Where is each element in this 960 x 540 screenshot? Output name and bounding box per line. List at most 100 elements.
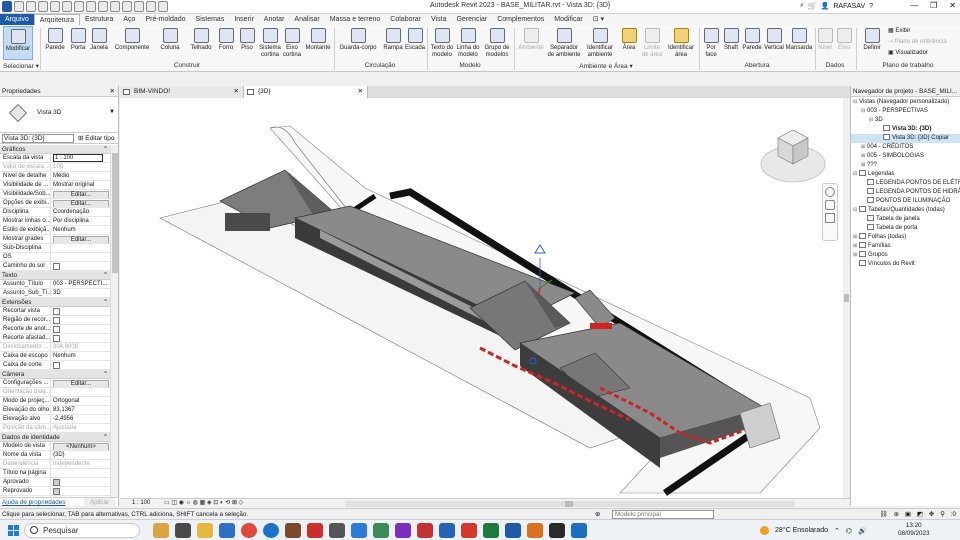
type-selector[interactable]: Vista 3D ▼ bbox=[0, 97, 118, 133]
word-icon[interactable] bbox=[439, 523, 455, 538]
roof-button[interactable]: Telhado bbox=[188, 26, 214, 60]
tree-node[interactable]: ⊞ Famílias bbox=[851, 242, 960, 251]
tab-analisar[interactable]: Analisar bbox=[289, 14, 324, 25]
property-value[interactable]: Por disciplina bbox=[50, 217, 111, 225]
property-value[interactable] bbox=[50, 244, 111, 252]
property-value[interactable]: Editar... bbox=[50, 190, 111, 198]
property-value[interactable]: Nenhum bbox=[50, 226, 111, 234]
switch-windows-icon[interactable] bbox=[158, 1, 168, 12]
curtain-system-button[interactable]: Sistema cortina bbox=[258, 26, 282, 60]
app-icon-7[interactable] bbox=[285, 523, 301, 538]
area-button[interactable]: Área bbox=[618, 26, 640, 60]
tab-arquivo[interactable]: Arquivo bbox=[0, 14, 34, 25]
wall-opening-button[interactable]: Parede bbox=[741, 26, 763, 60]
tree-node[interactable]: ⊞ 005 - SIMBOLOGIAS bbox=[851, 152, 960, 161]
collapse-icon[interactable]: ⌃ bbox=[103, 145, 108, 154]
dormer-button[interactable]: Mansarda bbox=[785, 26, 813, 60]
chevron-down-icon[interactable]: ▼ bbox=[109, 109, 115, 115]
property-value[interactable]: Ajustada bbox=[50, 424, 111, 432]
zoom-region-icon[interactable] bbox=[825, 213, 835, 223]
property-value[interactable] bbox=[50, 262, 111, 270]
collapse-icon[interactable]: ⌃ bbox=[103, 298, 108, 307]
property-value[interactable]: {3D} bbox=[50, 451, 111, 459]
tab-aco[interactable]: Aço bbox=[118, 14, 140, 25]
3d-view-icon[interactable] bbox=[110, 1, 120, 12]
edit-button[interactable]: Editar... bbox=[53, 380, 109, 387]
tab-vista[interactable]: Vista bbox=[426, 14, 451, 25]
property-value[interactable]: 3D bbox=[50, 289, 111, 297]
scroll-thumb[interactable] bbox=[565, 501, 573, 507]
app-icon-19[interactable] bbox=[549, 523, 565, 538]
property-value[interactable] bbox=[50, 487, 111, 495]
section-header[interactable]: Texto ⌃ bbox=[0, 271, 111, 280]
app-icon-9[interactable] bbox=[329, 523, 345, 538]
room-separator-button[interactable]: Separador de ambiente bbox=[546, 26, 582, 60]
property-value[interactable]: Mostrar original bbox=[50, 181, 111, 189]
tag-area-button[interactable]: Identificar área bbox=[666, 26, 696, 60]
ribbon-toggle[interactable]: ⊡ ▾ bbox=[588, 14, 609, 25]
section-header[interactable]: Extensões ⌃ bbox=[0, 298, 111, 307]
section-header[interactable]: Gráficos ⌃ bbox=[0, 145, 111, 154]
area-boundary-button[interactable]: Limite de área bbox=[640, 26, 664, 60]
section-icon[interactable] bbox=[122, 1, 132, 12]
property-value[interactable]: 100 bbox=[50, 163, 111, 171]
zoom-icon[interactable] bbox=[825, 200, 835, 210]
reference-plane[interactable]: ⇢ Plano de referência bbox=[888, 38, 947, 47]
property-value[interactable]: Coordenação bbox=[50, 208, 111, 216]
scroll-thumb[interactable] bbox=[844, 294, 849, 302]
weather-icon[interactable] bbox=[760, 526, 769, 535]
property-value[interactable] bbox=[50, 307, 111, 315]
edit-button[interactable]: Editar... bbox=[53, 236, 109, 243]
tab-3d[interactable]: {3D} ✕ bbox=[244, 86, 368, 98]
close-button[interactable]: ✕ bbox=[949, 1, 956, 10]
property-value[interactable]: Editar... bbox=[50, 235, 111, 243]
acrobat-icon[interactable] bbox=[417, 523, 433, 538]
user-name[interactable]: RAFASAV bbox=[833, 3, 865, 10]
tree-node[interactable]: Tabela de janela bbox=[851, 215, 960, 224]
tree-node[interactable]: Vínculos do Revit bbox=[851, 260, 960, 269]
room-button[interactable]: Ambiente bbox=[516, 26, 546, 60]
model-group-button[interactable]: Grupo de modelos bbox=[482, 26, 512, 60]
tab-colaborar[interactable]: Colaborar bbox=[385, 14, 426, 25]
grid-button[interactable]: Eixo bbox=[835, 26, 853, 60]
view-cube[interactable] bbox=[758, 120, 828, 190]
property-value[interactable] bbox=[50, 316, 111, 324]
viewport-scrollbar[interactable] bbox=[843, 98, 850, 498]
property-value[interactable] bbox=[50, 361, 111, 369]
value-input[interactable]: 1 : 100 bbox=[53, 154, 103, 162]
property-value[interactable]: Editar... bbox=[50, 379, 111, 387]
tree-node[interactable]: ⊟ Tabelas/Quantidades (todas) bbox=[851, 206, 960, 215]
property-value[interactable] bbox=[50, 253, 111, 261]
edit-button[interactable]: Editar... bbox=[53, 200, 109, 207]
stair-button[interactable]: Escada bbox=[404, 26, 426, 60]
app-icon-20[interactable] bbox=[571, 523, 587, 538]
tab-gerenciar[interactable]: Gerenciar bbox=[451, 14, 492, 25]
level-button[interactable]: Nível bbox=[816, 26, 834, 60]
horizontal-scrollbar[interactable] bbox=[345, 501, 795, 507]
door-button[interactable]: Porta bbox=[68, 26, 88, 60]
property-value[interactable]: -2,4956 bbox=[50, 415, 111, 423]
tab-pre-moldado[interactable]: Pré-moldado bbox=[140, 14, 190, 25]
sync-icon[interactable] bbox=[38, 1, 48, 12]
file-explorer-icon[interactable] bbox=[197, 523, 213, 538]
tree-node[interactable]: ⊞ Folhas (todas) bbox=[851, 233, 960, 242]
checkbox[interactable] bbox=[53, 308, 60, 315]
open-icon[interactable] bbox=[14, 1, 24, 12]
close-icon[interactable]: ✕ bbox=[110, 86, 115, 97]
tree-node[interactable]: ⊟ 3D bbox=[851, 116, 960, 125]
edit-button[interactable]: Editar... bbox=[53, 191, 109, 198]
tree-node[interactable]: ⊞??? bbox=[851, 161, 960, 170]
edit-type-button[interactable]: ⊞ Editar tipo bbox=[78, 134, 115, 142]
taskbar-search[interactable]: Pesquisar bbox=[24, 523, 140, 538]
property-value[interactable]: 304,8000 bbox=[50, 343, 111, 351]
excel-icon[interactable] bbox=[483, 523, 499, 538]
collapse-icon[interactable]: ⌃ bbox=[103, 433, 108, 442]
minimize-button[interactable]: — bbox=[910, 1, 918, 10]
checkbox[interactable] bbox=[53, 479, 60, 486]
property-value[interactable]: Editar... bbox=[50, 199, 111, 207]
mullion-button[interactable]: Montante bbox=[303, 26, 333, 60]
property-value[interactable] bbox=[50, 388, 111, 396]
3d-viewport[interactable] bbox=[120, 98, 843, 498]
model-text-button[interactable]: Texto do modelo bbox=[429, 26, 455, 60]
model-select[interactable]: Modelo principal bbox=[612, 510, 714, 519]
